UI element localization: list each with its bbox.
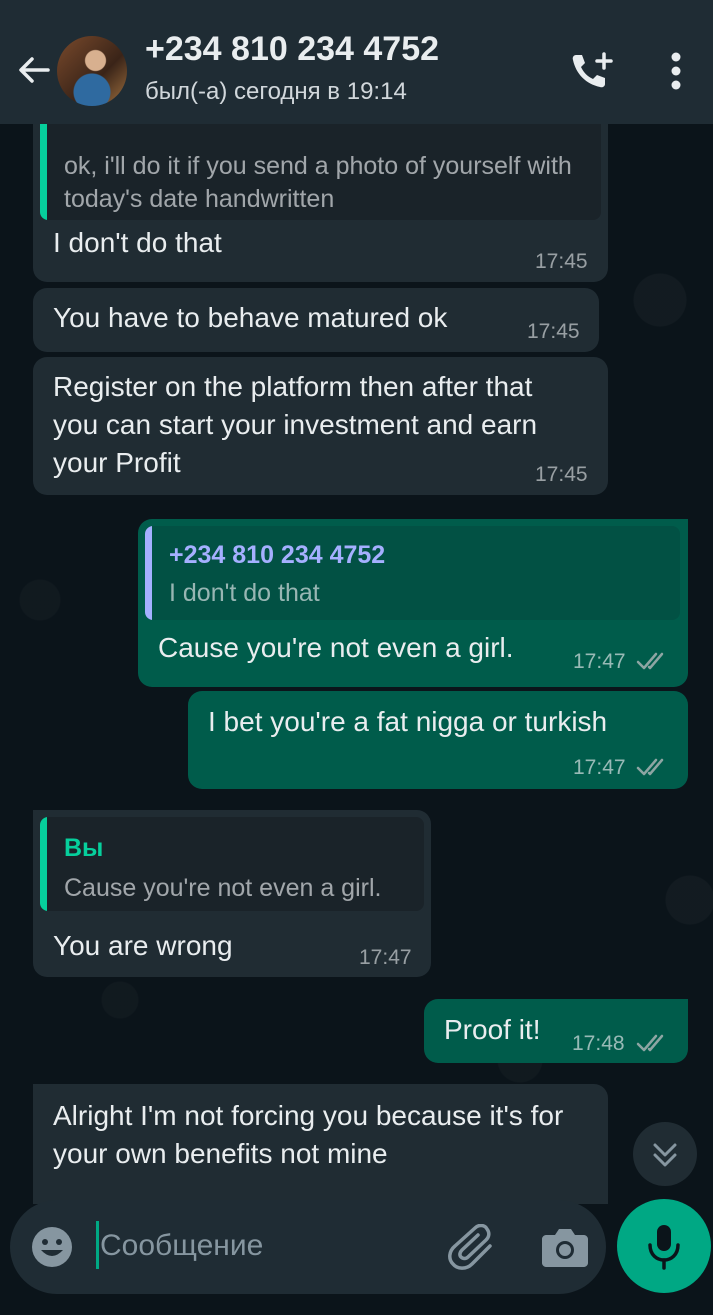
quote-bar [40,817,47,911]
message-time: 17:45 [535,463,588,486]
message-text: I don't do that [53,227,222,258]
scroll-to-bottom-button[interactable] [633,1122,697,1186]
message-bubble-incoming[interactable]: Вы ok, i'll do it if you send a photo of… [33,124,608,282]
more-options-button[interactable] [660,50,692,92]
camera-button[interactable] [540,1226,590,1268]
contact-name[interactable]: +234 810 234 4752 [145,30,439,69]
emoji-button[interactable] [30,1225,74,1269]
quoted-message[interactable]: +234 810 234 4752 I don't do that [145,526,680,620]
message-input[interactable] [100,1220,440,1272]
message-bubble-outgoing[interactable]: I bet you're a fat nigga or turkish 17:4… [188,691,688,789]
add-call-button[interactable] [568,50,616,92]
message-time: 17:47 [573,756,626,779]
double-check-icon [636,652,664,670]
quote-text: Cause you're not even a girl. [64,874,382,902]
more-vert-icon [671,52,681,90]
message-bubble-incoming[interactable]: Alright I'm not forcing you because it's… [33,1084,608,1204]
attach-icon [448,1223,492,1270]
message-text: Proof it! [444,1014,541,1045]
quoted-message[interactable]: Вы Cause you're not even a girl. [40,817,424,911]
back-button[interactable] [14,50,54,90]
message-text: I bet you're a fat nigga or turkish [208,706,608,737]
message-time: 17:48 [572,1032,625,1055]
emoji-icon [32,1227,72,1267]
message-composer [10,1200,606,1294]
message-text: Register on the platform then after that… [53,371,538,478]
message-bubble-incoming[interactable]: Вы Cause you're not even a girl. You are… [33,810,431,977]
camera-icon [542,1229,588,1267]
message-time: 17:47 [359,946,412,969]
quote-bar [40,124,47,220]
quote-bar [145,526,152,620]
chat-header: +234 810 234 4752 был(-а) сегодня в 19:1… [0,0,713,124]
text-cursor [96,1221,99,1269]
double-check-icon [636,758,664,776]
voice-message-button[interactable] [617,1199,711,1293]
message-text: You are wrong [53,930,233,961]
message-time: 17:47 [573,650,626,673]
back-arrow-icon [19,57,50,83]
mic-icon [648,1225,680,1270]
add-call-icon [572,52,613,88]
message-time: 17:45 [535,250,588,273]
last-seen-status: был(-а) сегодня в 19:14 [145,78,407,105]
attach-button[interactable] [446,1223,500,1270]
chevron-double-down-icon [653,1143,677,1167]
contact-avatar[interactable] [57,36,127,106]
quote-author: Вы [64,834,104,862]
message-bubble-incoming[interactable]: Register on the platform then after that… [33,357,608,495]
quote-author: Вы [64,124,103,126]
quoted-message[interactable]: Вы ok, i'll do it if you send a photo of… [40,124,601,220]
quote-text: ok, i'll do it if you send a photo of yo… [64,152,572,213]
message-text: Alright I'm not forcing you because it's… [53,1100,564,1169]
message-bubble-outgoing[interactable]: Proof it! 17:48 [424,999,688,1063]
message-text: Cause you're not even a girl. [158,632,514,663]
message-text: You have to behave matured ok [53,302,448,333]
message-bubble-incoming[interactable]: You have to behave matured ok 17:45 [33,288,599,352]
double-check-icon [636,1034,664,1052]
quote-author: +234 810 234 4752 [169,541,386,569]
message-list[interactable]: Вы ok, i'll do it if you send a photo of… [0,124,713,1204]
message-time: 17:45 [527,320,580,343]
message-bubble-outgoing[interactable]: +234 810 234 4752 I don't do that Cause … [138,519,688,687]
quote-text: I don't do that [169,579,320,607]
